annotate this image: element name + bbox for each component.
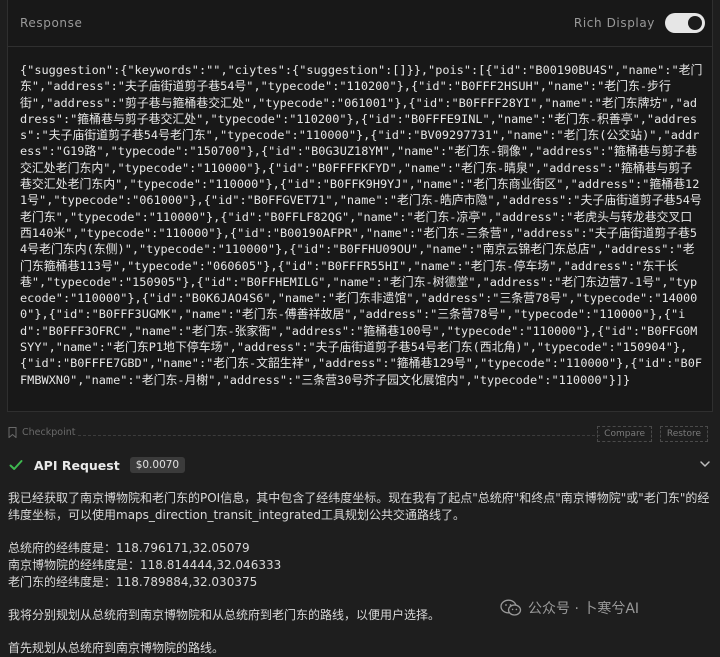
rich-display-label: Rich Display (573, 16, 655, 30)
api-request-title: API Request (34, 457, 120, 473)
coordinates-list: 总统府的经纬度是：118.796171,32.05079 南京博物院的经纬度是：… (8, 540, 714, 591)
message-paragraph: 我已经获取了南京博物院和老门东的POI信息，其中包含了经纬度坐标。现在我有了起点… (8, 491, 710, 522)
watermark-text: 公众号 · 卜寒兮AI (528, 601, 640, 617)
toggle-knob (688, 16, 702, 30)
chevron-down-icon[interactable] (698, 457, 712, 471)
response-json: {"suggestion":{"keywords":"","ciytes":{"… (20, 63, 703, 387)
checkpoint-row: Checkpoint Compare Restore (8, 424, 712, 444)
rich-display-control: Rich Display (574, 13, 705, 33)
rich-display-toggle[interactable] (665, 13, 705, 33)
coordinate-line: 老门东的经纬度是：118.789884,32.030375 (8, 575, 258, 589)
cost-badge: $0.0070 (129, 457, 186, 473)
checkpoint-label: Checkpoint (22, 427, 76, 438)
coordinate-line: 南京博物院的经纬度是：118.814444,32.046333 (8, 558, 282, 572)
check-icon (9, 460, 23, 470)
api-request-header[interactable]: API Request $0.0070 (8, 455, 714, 475)
wechat-icon (500, 599, 522, 616)
panel-title: Response (20, 16, 83, 30)
message-paragraph: 首先规划从总统府到南京博物院的路线。 (8, 641, 225, 655)
response-panel-header: Response Rich Display (8, 0, 712, 47)
response-panel: Response Rich Display {"suggestion":{"ke… (7, 0, 713, 412)
compare-button[interactable]: Compare (597, 426, 652, 442)
restore-button[interactable]: Restore (659, 426, 708, 442)
bookmark-icon (8, 427, 17, 438)
watermark: 公众号 · 卜寒兮AI (500, 598, 639, 618)
coordinate-line: 总统府的经纬度是：118.796171,32.05079 (8, 541, 250, 555)
checkpoint-marker: Checkpoint (8, 427, 75, 438)
checkpoint-divider (78, 435, 600, 436)
assistant-message: 我已经获取了南京博物院和老门东的POI信息，其中包含了经纬度坐标。现在我有了起点… (8, 490, 714, 657)
